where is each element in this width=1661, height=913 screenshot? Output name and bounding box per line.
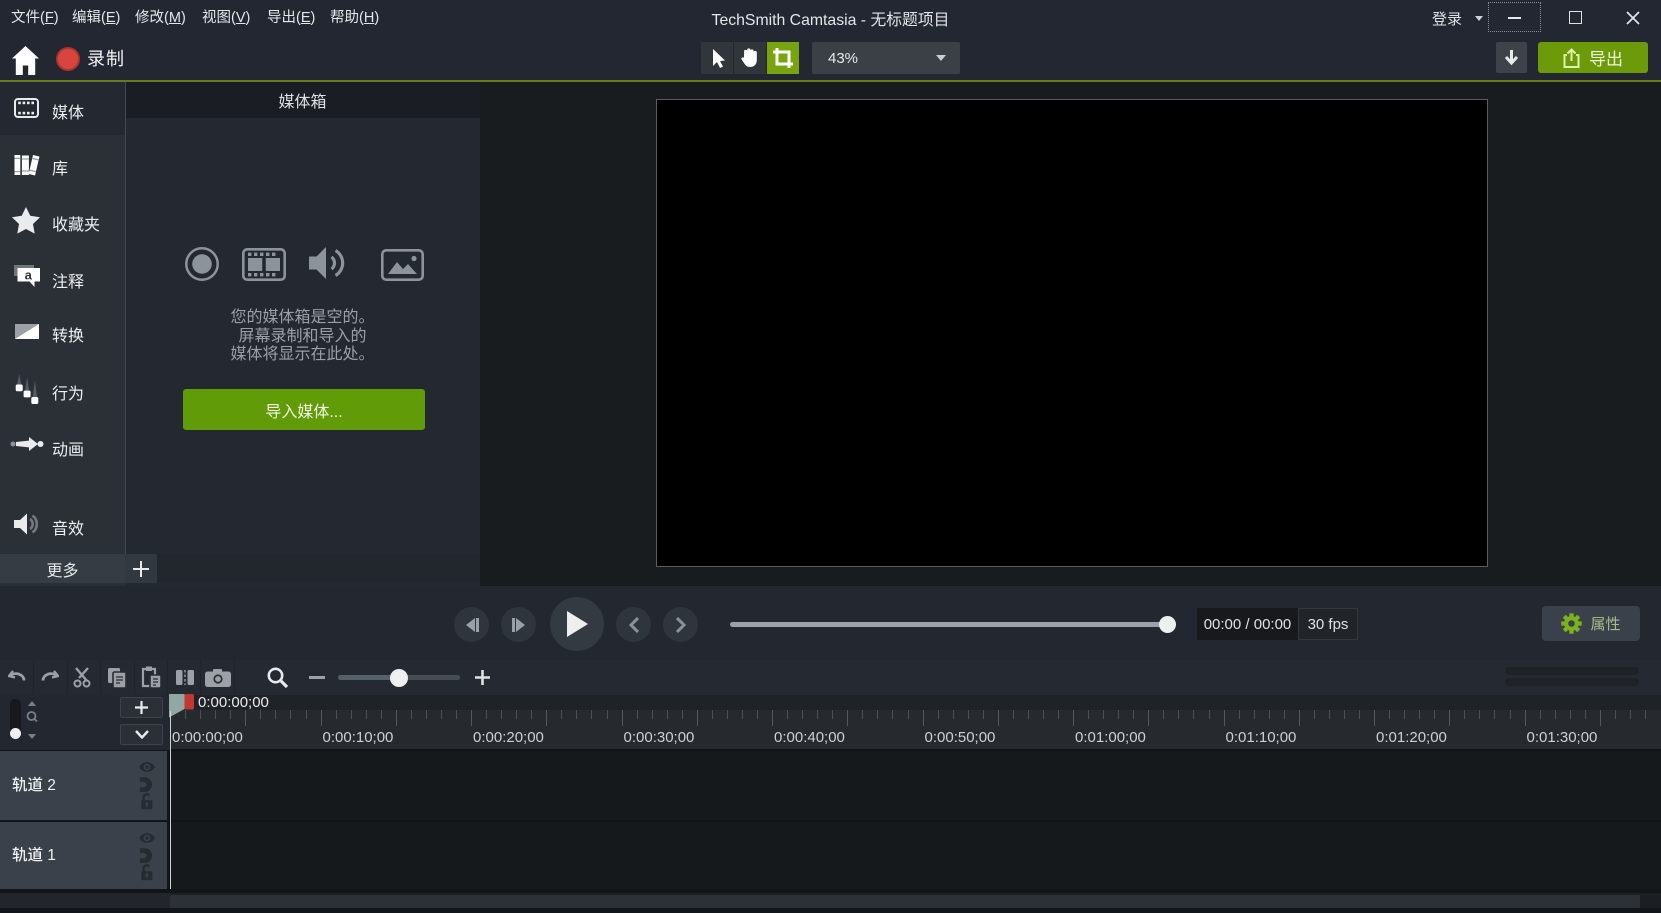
svg-text:a: a bbox=[25, 268, 33, 283]
